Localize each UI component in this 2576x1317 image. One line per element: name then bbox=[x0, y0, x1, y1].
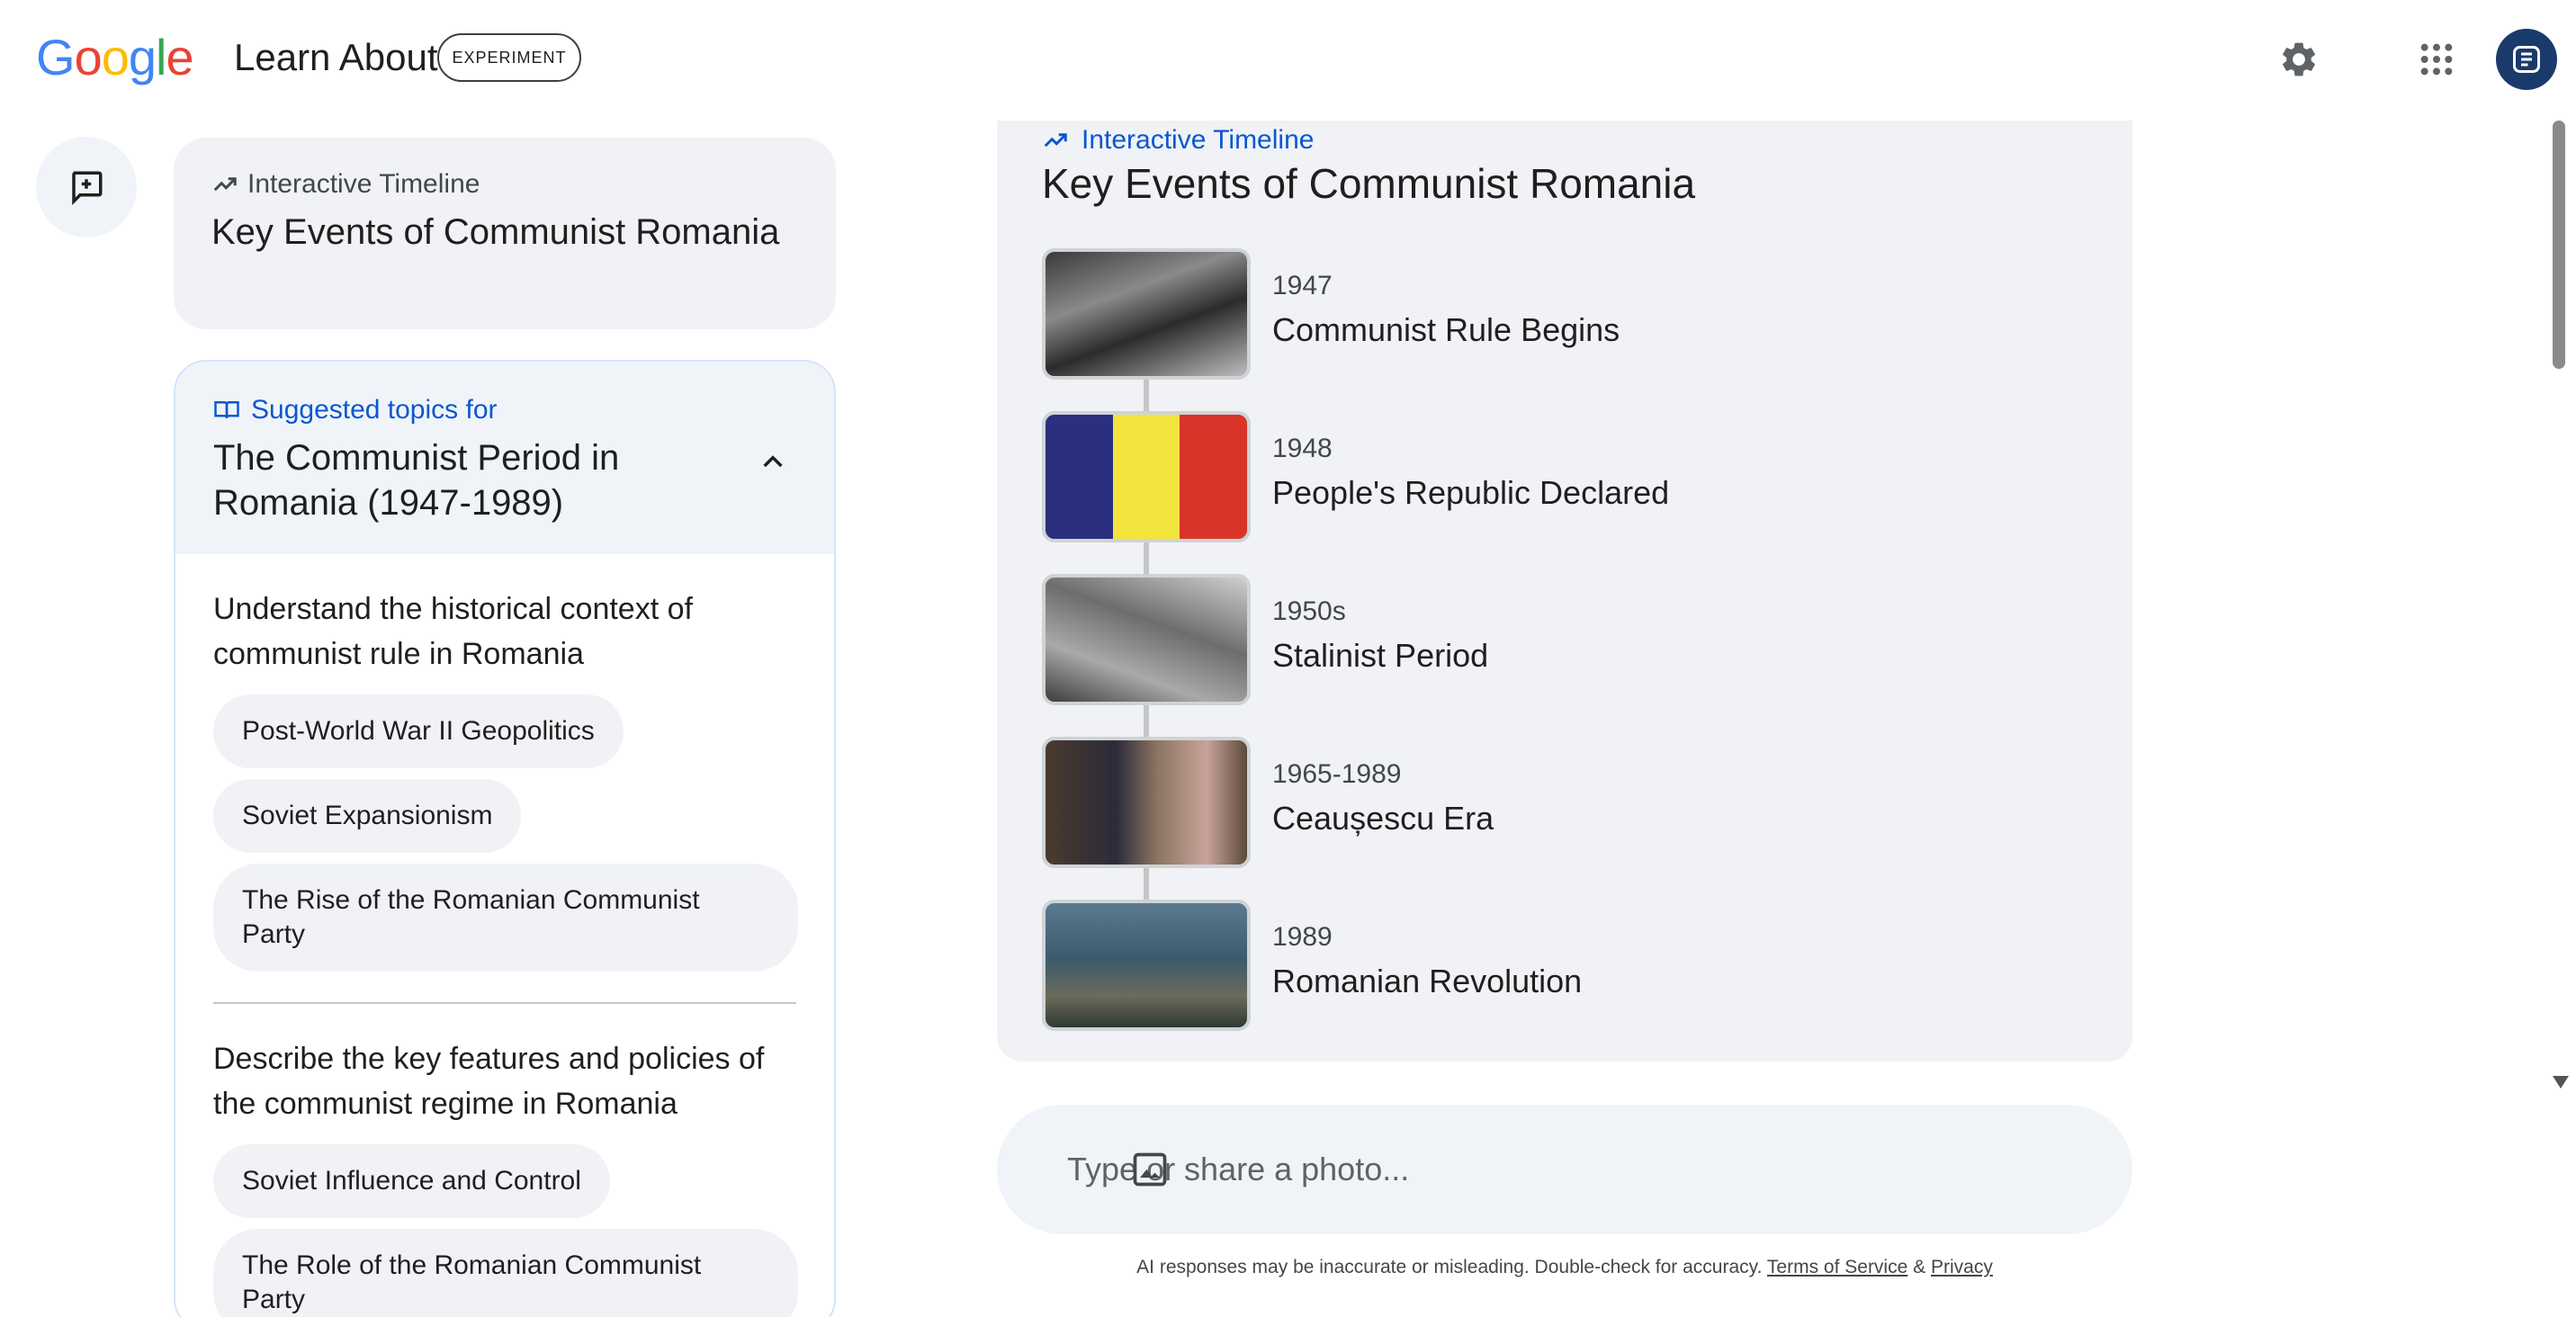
event-year: 1948 bbox=[1272, 434, 1333, 463]
scrollbar-thumb[interactable] bbox=[2553, 121, 2565, 369]
upload-image-button[interactable] bbox=[1123, 1142, 1177, 1196]
logo-letter: g bbox=[128, 29, 157, 85]
event-thumbnail bbox=[1042, 248, 1251, 380]
logo-letter: e bbox=[166, 29, 193, 85]
ampersand: & bbox=[1913, 1257, 1926, 1277]
terms-link[interactable]: Terms of Service bbox=[1767, 1257, 1907, 1277]
timeline-event[interactable]: 1947 Communist Rule Begins bbox=[1042, 248, 2077, 380]
romania-flag-thumbnail bbox=[1042, 411, 1251, 542]
topic-chip[interactable]: The Rise of the Romanian Communist Party bbox=[213, 864, 798, 972]
logo-letter: l bbox=[156, 29, 166, 85]
timeline-event[interactable]: 1948 People's Republic Declared bbox=[1042, 411, 2077, 542]
event-thumbnail bbox=[1042, 900, 1251, 1031]
history-kicker-label: Interactive Timeline bbox=[247, 169, 480, 199]
event-year: 1965-1989 bbox=[1272, 759, 1402, 789]
image-icon bbox=[1133, 1152, 1167, 1187]
add-comment-icon bbox=[72, 171, 103, 205]
suggested-topics-panel: Suggested topics for The Communist Perio… bbox=[174, 360, 836, 1317]
event-thumbnail bbox=[1042, 574, 1251, 705]
new-topic-button[interactable] bbox=[36, 137, 137, 237]
avatar-glyph-icon bbox=[2513, 46, 2540, 73]
history-kicker: Interactive Timeline bbox=[211, 166, 798, 202]
scrollbar[interactable] bbox=[2549, 117, 2569, 1089]
history-title: Key Events of Communist Romania bbox=[211, 212, 780, 252]
privacy-link[interactable]: Privacy bbox=[1931, 1257, 1993, 1277]
event-title: Ceaușescu Era bbox=[1272, 800, 1494, 837]
account-avatar[interactable] bbox=[2496, 29, 2557, 90]
topics-header[interactable]: Suggested topics for The Communist Perio… bbox=[175, 362, 834, 554]
event-title: Stalinist Period bbox=[1272, 637, 1489, 674]
timeline-kicker-label: Interactive Timeline bbox=[1082, 125, 1315, 155]
topic-chip[interactable]: Soviet Expansionism bbox=[213, 779, 522, 853]
topic-chip[interactable]: Soviet Influence and Control bbox=[213, 1144, 610, 1218]
google-logo[interactable]: G o o g l e bbox=[36, 29, 194, 85]
timeline-kicker: Interactive Timeline bbox=[1042, 121, 1314, 160]
topics-kicker: Suggested topics for bbox=[213, 392, 796, 428]
topics-title: The Communist Period in Romania (1947-19… bbox=[213, 438, 620, 523]
logo-letter: o bbox=[74, 29, 103, 85]
trending-icon bbox=[1044, 133, 1067, 148]
disclaimer: AI responses may be inaccurate or mislea… bbox=[997, 1254, 2132, 1281]
event-title: People's Republic Declared bbox=[1272, 474, 1670, 511]
event-year: 1947 bbox=[1272, 271, 1333, 300]
book-icon bbox=[214, 401, 239, 418]
timeline-card: Interactive Timeline Key Events of Commu… bbox=[997, 121, 2132, 1062]
topic-chip[interactable]: The Role of the Romanian Communist Party bbox=[213, 1229, 798, 1317]
topic-section: Understand the historical context of com… bbox=[175, 587, 834, 982]
event-thumbnail bbox=[1042, 737, 1251, 868]
apps-grid-icon bbox=[2420, 43, 2453, 76]
history-item[interactable]: Interactive Timeline Key Events of Commu… bbox=[174, 138, 836, 329]
experiment-badge: EXPERIMENT bbox=[437, 33, 581, 82]
logo-letter: G bbox=[36, 29, 76, 85]
event-title: Communist Rule Begins bbox=[1272, 311, 1620, 348]
disclaimer-text: AI responses may be inaccurate or mislea… bbox=[1136, 1257, 1763, 1277]
gear-icon bbox=[2283, 42, 2315, 76]
chevron-up-icon bbox=[763, 455, 783, 468]
event-title: Romanian Revolution bbox=[1272, 963, 1583, 999]
timeline-event[interactable]: 1965-1989 Ceaușescu Era bbox=[1042, 737, 2077, 868]
app-title: Learn About bbox=[234, 36, 438, 78]
scroll-down-arrow-icon[interactable] bbox=[2553, 1076, 2569, 1089]
section-question: Describe the key features and policies o… bbox=[213, 1042, 765, 1121]
top-bar: G o o g l e Learn About EXPERIMENT bbox=[0, 0, 2576, 117]
timeline-title: Key Events of Communist Romania bbox=[1042, 160, 1696, 207]
topics-kicker-label: Suggested topics for bbox=[251, 395, 498, 425]
timeline-event[interactable]: 1989 Romanian Revolution bbox=[1042, 900, 2077, 1031]
logo-letter: o bbox=[101, 29, 130, 85]
settings-button[interactable] bbox=[2272, 32, 2326, 86]
apps-button[interactable] bbox=[2410, 32, 2464, 86]
event-year: 1950s bbox=[1272, 596, 1346, 626]
section-divider bbox=[213, 1002, 796, 1004]
section-question: Understand the historical context of com… bbox=[213, 592, 693, 671]
prompt-input[interactable] bbox=[1067, 1142, 1967, 1196]
topic-section: Describe the key features and policies o… bbox=[175, 1036, 834, 1317]
event-year: 1989 bbox=[1272, 922, 1333, 952]
timeline-event[interactable]: 1950s Stalinist Period bbox=[1042, 574, 2077, 705]
collapse-button[interactable] bbox=[753, 443, 793, 482]
topic-chip[interactable]: Post-World War II Geopolitics bbox=[213, 694, 624, 768]
trending-icon bbox=[213, 177, 237, 192]
